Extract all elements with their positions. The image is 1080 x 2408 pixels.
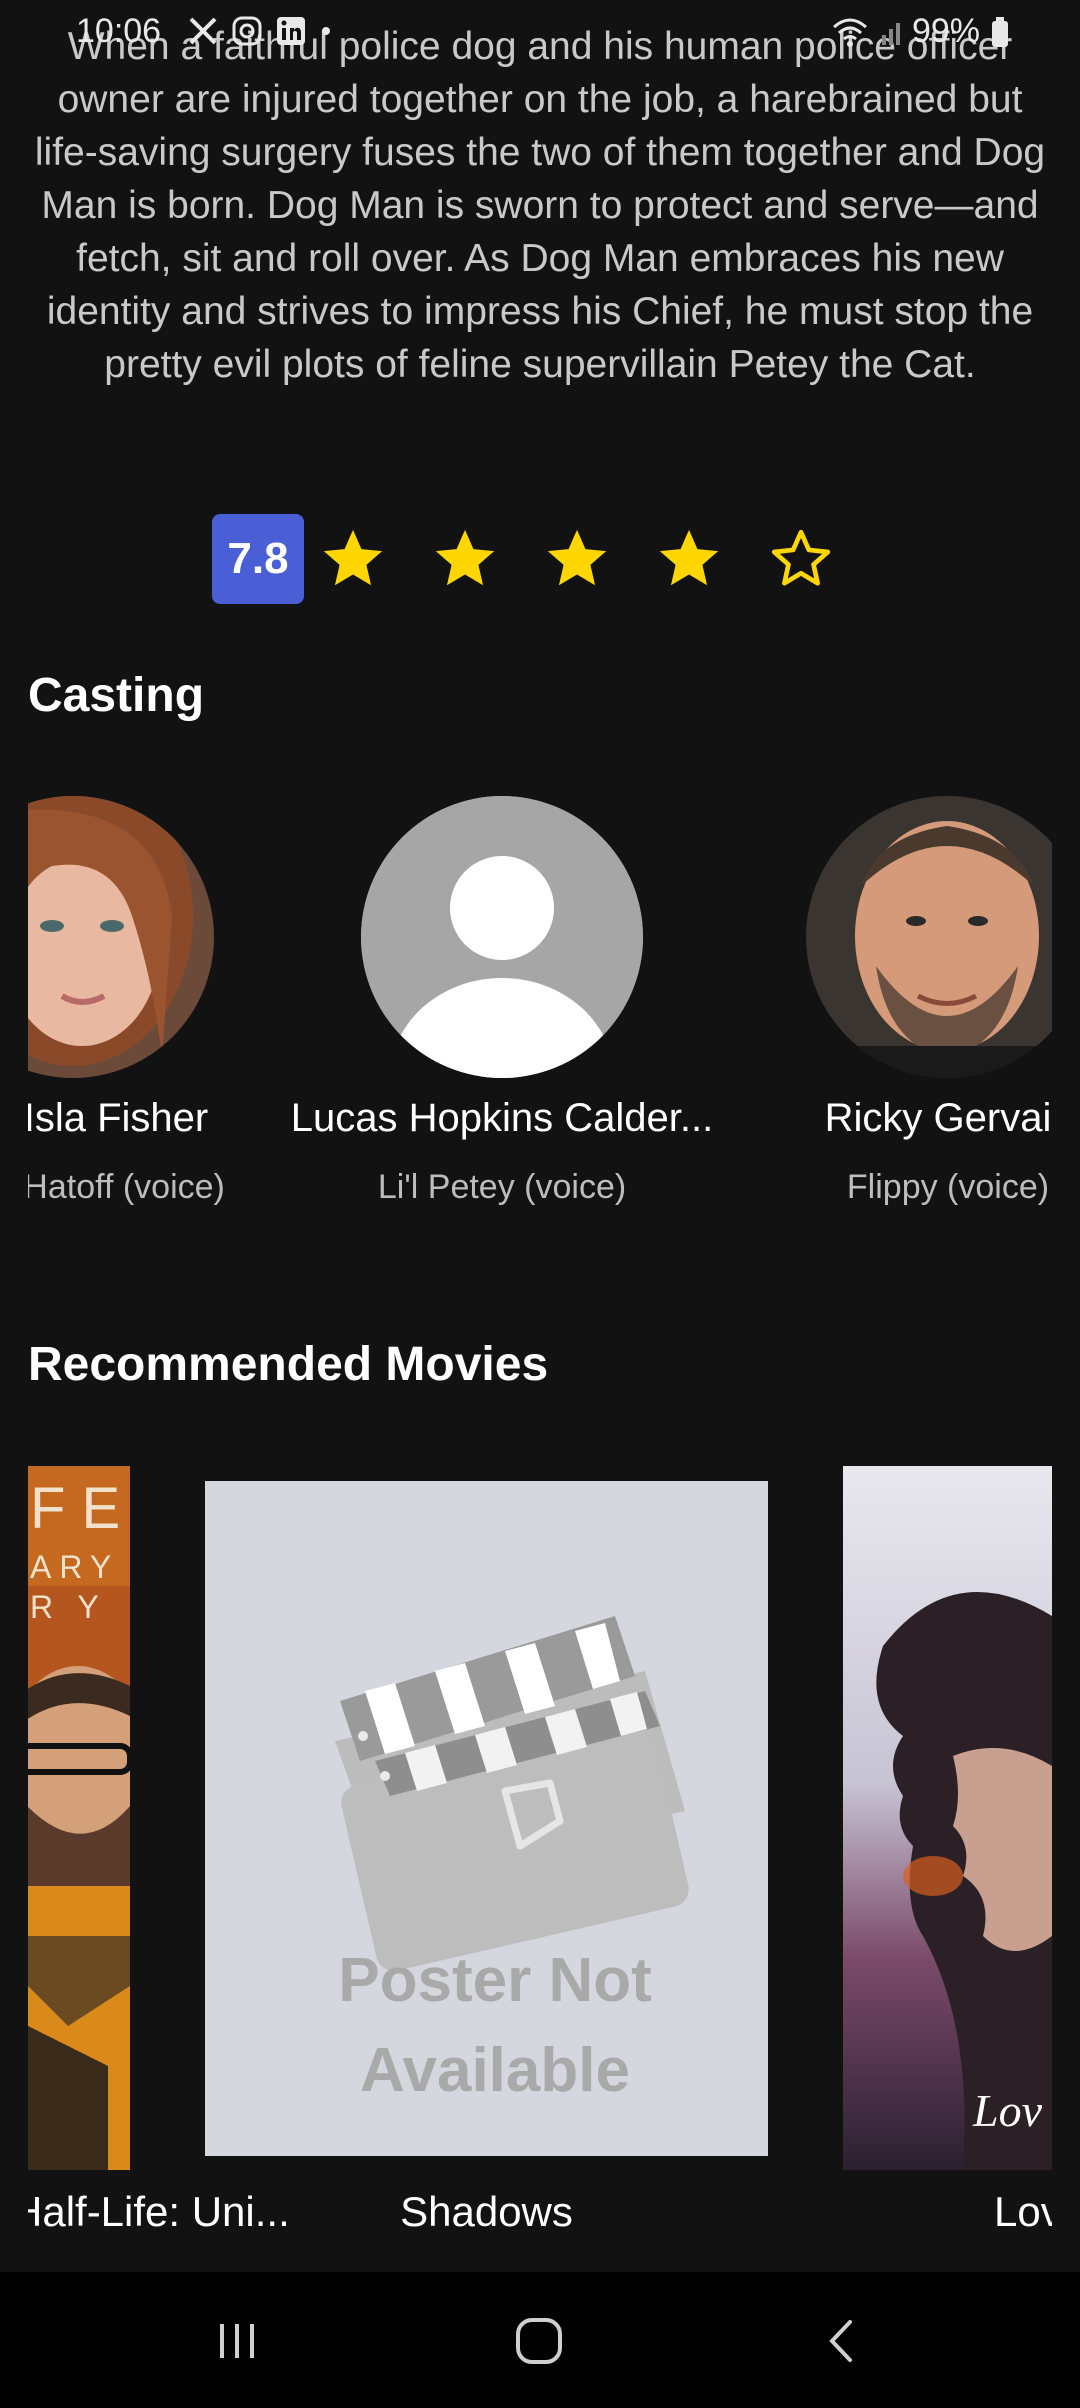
svg-text:R Y: R Y [30, 1589, 107, 1625]
back-icon [829, 2320, 852, 2362]
movie-poster[interactable]: Lov [843, 1466, 1052, 2170]
star-filled-icon [659, 529, 719, 586]
dot-icon [322, 27, 330, 35]
svg-text:Lov: Lov [972, 2085, 1043, 2136]
rating-row: 7.8 [212, 514, 836, 604]
cast-photo-isla-fisher [28, 796, 214, 1078]
recent-apps-icon [220, 2324, 254, 2358]
cast-photo-ricky-gervais [806, 796, 1052, 1078]
star-filled-icon [435, 529, 495, 586]
system-icons: 99% [830, 12, 1010, 51]
battery-percent: 99% [911, 12, 980, 50]
star-filled-icon [547, 529, 607, 586]
star-filled-icon [323, 529, 383, 586]
cast-name: Lucas Hopkins Calder... [290, 1096, 714, 1140]
casting-title: Casting [28, 669, 205, 722]
home-button[interactable] [504, 2306, 574, 2376]
x-icon [189, 17, 217, 45]
system-navigation-bar [0, 2272, 1080, 2408]
status-bar: 10:06 99% [0, 0, 1080, 64]
home-icon [516, 2318, 562, 2364]
recommended-list[interactable]: F E ARY R Y Poster Not Available Lov Hal… [28, 1466, 1052, 2266]
svg-text:ARY: ARY [30, 1549, 119, 1585]
movie-title: Shadows [400, 2188, 573, 2235]
signal-icon [881, 22, 900, 45]
instagram-icon [232, 16, 262, 46]
poster-not-line2: Available [360, 2036, 630, 2105]
star-outline-icon [771, 529, 831, 586]
wifi-icon [832, 18, 867, 47]
star-rating [318, 524, 836, 594]
svg-text:F E: F E [30, 1476, 120, 1541]
person-placeholder-icon [361, 796, 643, 1078]
cast-photo-placeholder [361, 796, 643, 1078]
back-button[interactable] [808, 2306, 878, 2376]
cast-role: Flippy (voice) [846, 1168, 1050, 1206]
notification-icons [186, 14, 330, 48]
movie-poster[interactable]: F E ARY R Y [28, 1466, 130, 2170]
poster-not-available[interactable]: Poster Not Available [205, 1481, 768, 2156]
cast-role: Li'l Petey (voice) [377, 1168, 627, 1206]
cast-name: Ricky Gervais [824, 1096, 1052, 1140]
cast-list[interactable]: Isla Fisher Sarah Hatoff (voice) Lucas H… [28, 796, 1052, 1226]
battery-icon [992, 16, 1008, 47]
movie-title: Love [994, 2188, 1052, 2235]
recent-apps-button[interactable] [202, 2306, 272, 2376]
cast-role: Sarah Hatoff (voice) [28, 1168, 225, 1206]
status-time: 10:06 [76, 12, 162, 50]
movie-synopsis: When a faithful police dog and his human… [34, 25, 1046, 386]
linkedin-icon [277, 17, 305, 45]
clapperboard-icon: Poster Not Available [205, 1481, 768, 2156]
poster-not-line1: Poster Not [338, 1946, 651, 2015]
recommended-title: Recommended Movies [28, 1338, 549, 1391]
rating-badge: 7.8 [212, 514, 304, 604]
